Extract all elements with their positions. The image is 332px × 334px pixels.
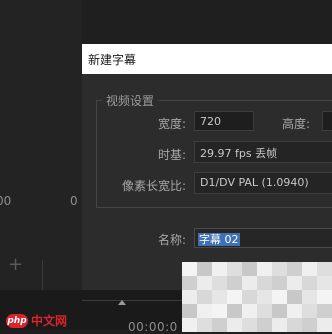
timebase-label: 时基: (157, 148, 186, 162)
mosaic-cell (302, 304, 317, 318)
timebase-select[interactable]: 29.97 fps 丢帧 (194, 141, 332, 163)
mosaic-cell (272, 276, 287, 290)
mosaic-cell (182, 304, 197, 318)
timeline-divider (82, 300, 182, 301)
width-label: 宽度: (157, 117, 186, 131)
mosaic-cell (197, 304, 212, 318)
mosaic-cell (272, 304, 287, 318)
watermark-logo: php (6, 313, 28, 328)
mosaic-cell (287, 276, 302, 290)
pixel-aspect-ratio-label: 像素长宽比: (121, 179, 186, 193)
mosaic-cell (182, 276, 197, 290)
mosaic-cell (317, 262, 332, 276)
mosaic-cell (227, 276, 242, 290)
mosaic-cell (287, 262, 302, 276)
mosaic-cell (242, 276, 257, 290)
mosaic-cell (242, 290, 257, 304)
mosaic-cell (257, 276, 272, 290)
mosaic-cell (212, 262, 227, 276)
name-field[interactable]: 字幕 02 (194, 228, 332, 248)
mosaic-cell (317, 290, 332, 304)
mosaic-cell (317, 304, 332, 318)
playhead-triangle-icon[interactable] (118, 300, 126, 305)
height-label: 高度: (282, 117, 311, 131)
name-label: 名称: (157, 233, 186, 247)
mosaic-cell (197, 262, 212, 276)
mosaic-cell (287, 290, 302, 304)
timecode-display: 00:00:0 (128, 320, 178, 334)
mosaic-cell (227, 290, 242, 304)
watermark: php 中文网 (6, 312, 67, 329)
left-panel-number: 00 (0, 194, 12, 208)
mosaic-cell (302, 262, 317, 276)
mosaic-cell (257, 290, 272, 304)
watermark-text: 中文网 (31, 314, 68, 328)
mosaic-cell (272, 290, 287, 304)
width-field[interactable]: 720 (194, 111, 254, 131)
mosaic-cell (182, 262, 197, 276)
mosaic-cell (227, 304, 242, 318)
mosaic-cell (317, 276, 332, 290)
video-settings-legend: 视频设置 (102, 92, 159, 109)
pixel-aspect-ratio-select[interactable]: D1/DV PAL (1.0940) (194, 172, 332, 194)
mosaic-cell (287, 304, 302, 318)
mosaic-cell (197, 290, 212, 304)
mosaic-cell (242, 304, 257, 318)
mosaic-cell (302, 276, 317, 290)
left-panel (0, 0, 82, 330)
mosaic-cell (182, 290, 197, 304)
plus-icon[interactable]: + (8, 256, 23, 274)
mosaic-cell (242, 262, 257, 276)
height-field[interactable] (322, 111, 332, 131)
mosaic-cell (212, 304, 227, 318)
mosaic-cell (227, 262, 242, 276)
preview-thumbnail (182, 262, 332, 332)
left-panel-zero: 0 (70, 194, 78, 208)
mosaic-cell (302, 290, 317, 304)
mosaic-cell (197, 276, 212, 290)
mosaic-cell (212, 290, 227, 304)
dialog-title: 新建字幕 (88, 53, 137, 67)
mosaic-cell (212, 276, 227, 290)
mosaic-cell (257, 262, 272, 276)
mosaic-cell (257, 304, 272, 318)
name-field-selected-text: 字幕 02 (198, 233, 240, 246)
mosaic-cell (272, 262, 287, 276)
